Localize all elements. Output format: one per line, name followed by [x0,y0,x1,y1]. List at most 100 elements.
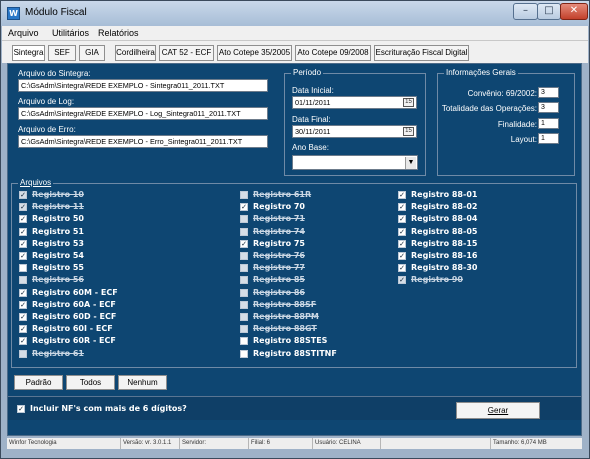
registro-checkbox[interactable]: ✓ Registro 60D - ECF [19,312,219,323]
tab-escrituracao-fiscal-digital[interactable]: Escrituração Fiscal Digital [374,45,469,61]
layout-input[interactable]: 1 [538,133,559,144]
checkbox-box [240,349,248,358]
tab-strip: Sintegra SEF GIA Cordilheira CAT 52 - EC… [2,41,588,63]
registro-label: Registro 61R [253,190,312,199]
calendar-icon[interactable]: 15 [403,98,414,107]
checkbox-box [19,349,27,358]
registro-checkbox[interactable]: Registro 55 [19,263,219,274]
registro-checkbox[interactable]: ✓ Registro 88-05 [398,227,558,238]
sintegra-file-input[interactable]: C:\GsAdm\Sintegra\REDE EXEMPLO - Sintegr… [18,79,268,92]
calendar-icon[interactable]: 15 [403,127,414,136]
registro-checkbox[interactable]: ✓ Registro 88-30 [398,263,558,274]
registro-checkbox[interactable]: Registro 88STES [240,336,390,347]
tab-cat52-ecf[interactable]: CAT 52 - ECF [159,45,214,61]
finalidade-label: Finalidade: [497,120,537,129]
data-final-value: 30/11/2011 [295,127,331,136]
incluir-nf-checkbox[interactable]: ✓ Incluir NF's com mais de 6 dígitos? [17,404,267,415]
status-empty [381,438,491,449]
status-filial: Filial: 6 [249,438,313,449]
registro-checkbox: Registro 76 [240,251,390,262]
registro-label: Registro 55 [32,263,84,273]
data-inicial-input[interactable]: 01/11/2011 15 [292,96,417,109]
minimize-button[interactable]: – [513,3,538,20]
registro-label: Registro 60R - ECF [32,336,116,346]
tab-ato-cotepe-09-2008[interactable]: Ato Cotepe 09/2008 [295,45,371,61]
tab-sintegra[interactable]: Sintegra [12,45,45,61]
registro-checkbox: ✓ Registro 10 [19,190,219,201]
periodo-group: Período Data Inicial: 01/11/2011 15 Data… [284,68,426,176]
registro-checkbox[interactable]: ✓ Registro 70 [240,202,390,213]
tab-gia[interactable]: GIA [79,45,105,61]
registro-checkbox[interactable]: Registro 88STITNF [240,349,390,360]
registro-label: Registro 71 [253,214,305,224]
registro-checkbox[interactable]: ✓ Registro 88-04 [398,214,558,225]
registro-checkbox[interactable]: ✓ Registro 88-02 [398,202,558,213]
padrao-button[interactable]: Padrão [14,375,63,390]
registro-label: Registro 86 [253,287,305,297]
registro-label: Registro 50 [32,214,84,224]
status-company: Winfor Tecnologia [7,438,121,449]
check-icon: ✓ [398,239,406,248]
check-icon: ✓ [398,191,406,199]
finalidade-input[interactable]: 1 [538,118,559,129]
registro-label: Registro 88SF [253,299,317,309]
menu-utilitarios[interactable]: Utilitários [52,28,89,38]
registro-label: Registro 11 [32,202,84,212]
registro-label: Registro 70 [253,202,305,212]
erro-file-input[interactable]: C:\GsAdm\Sintegra\REDE EXEMPLO - Erro_Si… [18,135,268,148]
tab-sef[interactable]: SEF [48,45,76,61]
totalidade-input[interactable]: 3 [538,102,559,113]
registros-column-2: Registro 61R ✓ Registro 70 Registro 71 Regis… [240,190,390,365]
check-icon: ✓ [19,288,27,297]
data-final-input[interactable]: 30/11/2011 15 [292,125,417,138]
menu-arquivo[interactable]: Arquivo [8,28,39,38]
registro-label: Registro 10 [32,190,84,199]
status-tamanho: Tamanho: 6,074 MB [493,440,547,446]
registro-label: Registro 60I - ECF [32,324,113,334]
check-icon: ✓ [17,405,25,413]
registro-checkbox[interactable]: ✓ Registro 60R - ECF [19,336,219,347]
gerar-button[interactable]: Gerar [456,402,540,419]
registro-label: Registro 90 [411,275,463,285]
data-inicial-label: Data Inicial: [292,86,334,95]
registro-checkbox[interactable]: ✓ Registro 88-01 [398,190,558,201]
ano-base-select[interactable]: ▼ [292,155,418,170]
registro-label: Registro 60D - ECF [32,312,117,321]
registro-checkbox: ✓ Registro 11 [19,202,219,213]
registro-checkbox[interactable]: ✓ Registro 88-16 [398,251,558,262]
maximize-button[interactable]: □ [537,3,561,20]
convenio-input[interactable]: 3 [538,87,559,98]
registro-label: Registro 88-05 [411,226,478,236]
check-icon: ✓ [19,325,27,334]
check-icon: ✓ [398,227,406,236]
registro-checkbox[interactable]: ✓ Registro 75 [240,239,390,250]
erro-file-label: Arquivo de Erro: [18,125,76,134]
check-icon: ✓ [19,227,27,236]
registro-checkbox[interactable]: ✓ Registro 50 [19,214,219,225]
registro-checkbox[interactable]: ✓ Registro 88-15 [398,239,558,250]
registro-label: Registro 88-15 [411,238,478,248]
todos-button[interactable]: Todos [66,375,115,390]
tab-cordilheira[interactable]: Cordilheira [115,45,156,61]
chevron-down-icon[interactable]: ▼ [405,157,416,169]
check-icon: ✓ [240,203,248,212]
registro-label: Registro 88-01 [411,190,478,199]
nenhum-button[interactable]: Nenhum [118,375,167,390]
checkbox-box [240,191,248,199]
tab-ato-cotepe-35-2005[interactable]: Ato Cotepe 35/2005 [217,45,292,61]
registro-label: Registro 88STITNF [253,348,337,358]
registro-label: Registro 88-04 [411,214,478,224]
close-button[interactable]: ✕ [560,3,588,20]
registro-checkbox[interactable]: ✓ Registro 53 [19,239,219,250]
registro-checkbox[interactable]: ✓ Registro 60A - ECF [19,300,219,311]
registro-checkbox[interactable]: ✓ Registro 60I - ECF [19,324,219,335]
check-icon: ✓ [19,191,27,199]
title-bar[interactable]: W Módulo Fiscal – □ ✕ [1,1,589,26]
registro-checkbox[interactable]: ✓ Registro 60M - ECF [19,288,219,299]
registro-checkbox[interactable]: ✓ Registro 51 [19,227,219,238]
log-file-input[interactable]: C:\GsAdm\Sintegra\REDE EXEMPLO - Log_Sin… [18,107,268,120]
check-icon: ✓ [19,252,27,260]
registro-checkbox[interactable]: ✓ Registro 54 [19,251,219,262]
totalidade-label: Totalidade das Operações: [441,104,537,113]
menu-relatorios[interactable]: Relatórios [98,28,139,38]
